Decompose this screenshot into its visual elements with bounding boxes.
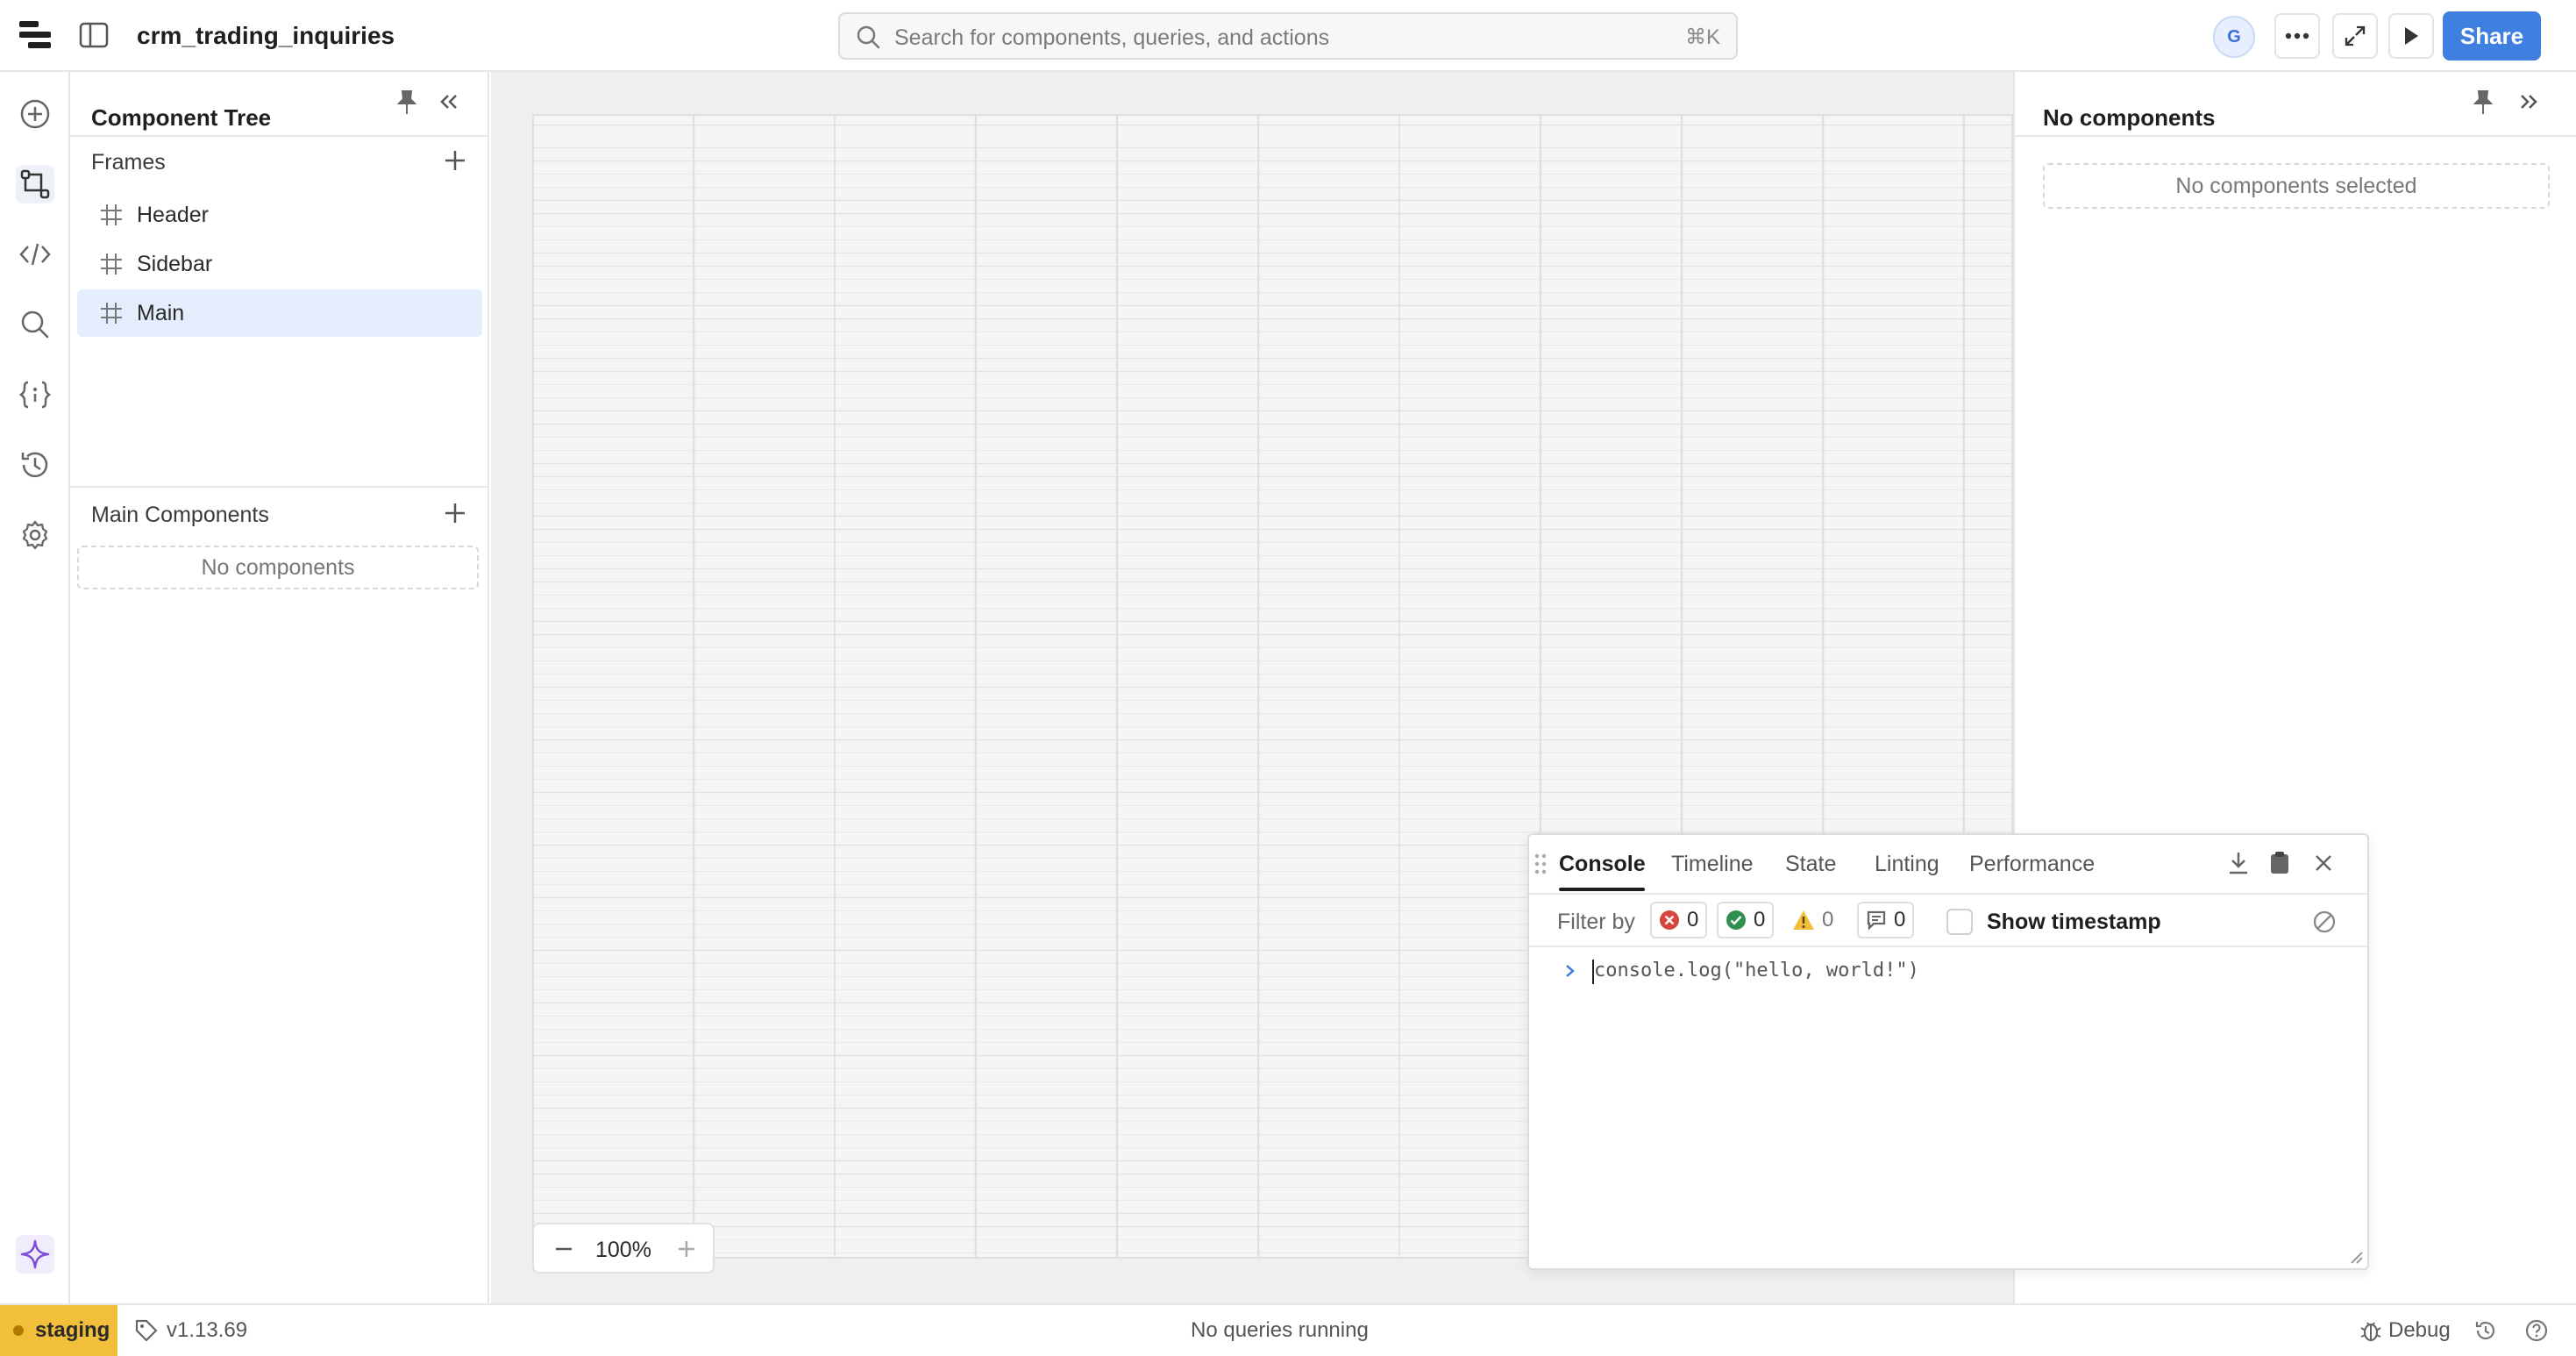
tab-timeline[interactable]: Timeline — [1671, 851, 1754, 877]
error-count: 0 — [1687, 908, 1699, 931]
search-icon[interactable] — [16, 305, 54, 344]
settings-gear-icon[interactable] — [16, 516, 54, 554]
divider — [70, 135, 487, 137]
clipboard-icon[interactable] — [2269, 851, 2290, 875]
frame-item-label: Sidebar — [137, 252, 213, 276]
preview-button[interactable] — [2388, 13, 2434, 59]
frame-hash-icon — [100, 302, 123, 325]
search-shortcut: ⌘K — [1684, 25, 1720, 49]
expand-icon — [2345, 25, 2366, 46]
left-rail — [0, 72, 70, 1303]
tab-performance[interactable]: Performance — [1969, 851, 2095, 877]
add-component-icon[interactable] — [16, 95, 54, 133]
top-bar: crm_trading_inquiries Search for compone… — [0, 0, 2576, 72]
collapse-inspector-icon[interactable] — [2518, 93, 2539, 111]
success-icon — [1726, 910, 1747, 931]
frame-item-label: Main — [137, 301, 185, 325]
inspector-title: No components — [2043, 104, 2216, 131]
tab-state[interactable]: State — [1785, 851, 1836, 877]
zoom-in-icon[interactable] — [676, 1238, 697, 1260]
show-timestamp-checkbox[interactable] — [1946, 909, 1973, 935]
add-main-component-icon[interactable] — [442, 500, 468, 526]
ai-assist-sparkle-icon[interactable] — [16, 1235, 54, 1274]
frame-item-header[interactable]: Header — [77, 191, 482, 239]
collapse-panel-icon[interactable] — [438, 93, 459, 111]
history-icon[interactable] — [16, 446, 54, 484]
share-button[interactable]: Share — [2443, 11, 2541, 61]
frame-item-main[interactable]: Main — [77, 289, 482, 337]
divider — [2015, 135, 2576, 137]
zoom-control: 100% — [532, 1223, 715, 1274]
frame-hash-icon — [100, 253, 123, 275]
status-bar: staging v1.13.69 No queries running Debu… — [0, 1303, 2576, 1356]
filter-errors-chip[interactable]: 0 — [1650, 902, 1708, 938]
clear-console-icon[interactable] — [2313, 910, 2336, 933]
avatar[interactable]: G — [2213, 16, 2255, 58]
toggle-sidebar-icon[interactable] — [79, 21, 109, 49]
history-icon[interactable] — [2474, 1319, 2497, 1342]
filter-success-chip[interactable]: 0 — [1717, 902, 1775, 938]
drag-handle-icon[interactable] — [1534, 853, 1547, 875]
divider — [1529, 893, 2367, 895]
divider — [70, 486, 487, 488]
warning-count: 0 — [1822, 908, 1834, 931]
more-options-button[interactable] — [2274, 13, 2320, 59]
panel-title: Component Tree — [91, 104, 272, 131]
search-placeholder: Search for components, queries, and acti… — [894, 25, 1330, 50]
main-components-section-title: Main Components — [91, 503, 269, 527]
tab-console[interactable]: Console — [1559, 851, 1646, 877]
prompt-chevron-icon — [1564, 963, 1576, 979]
pin-icon[interactable] — [2471, 89, 2495, 116]
frames-section-title: Frames — [91, 150, 166, 175]
play-icon — [2402, 25, 2420, 46]
main-components-empty: No components — [77, 546, 479, 589]
queries-status: No queries running — [1191, 1318, 1369, 1342]
warning-icon — [1792, 910, 1815, 931]
tab-linting[interactable]: Linting — [1875, 851, 1939, 877]
debug-console: Console Timeline State Linting Performan… — [1527, 833, 2369, 1270]
environment-badge[interactable]: staging — [0, 1305, 117, 1356]
fullscreen-button[interactable] — [2332, 13, 2378, 59]
ellipsis-icon — [2285, 32, 2309, 39]
search-icon — [856, 25, 880, 49]
environment-dot-icon — [12, 1324, 25, 1337]
message-icon — [1866, 910, 1887, 931]
component-tree-panel: Component Tree Frames Header Sidebar Mai… — [70, 72, 489, 1303]
message-count: 0 — [1894, 908, 1906, 931]
component-tree-icon[interactable] — [16, 165, 54, 203]
search-input[interactable]: Search for components, queries, and acti… — [838, 12, 1738, 60]
retool-logo-icon[interactable] — [19, 19, 54, 51]
add-frame-icon[interactable] — [442, 147, 468, 174]
filter-label: Filter by — [1557, 910, 1635, 934]
code-icon[interactable] — [16, 235, 54, 274]
tag-icon — [135, 1319, 158, 1342]
zoom-level[interactable]: 100% — [595, 1237, 651, 1263]
environment-label: staging — [35, 1318, 110, 1342]
error-icon — [1659, 910, 1680, 931]
frame-hash-icon — [100, 203, 123, 226]
app-title[interactable]: crm_trading_inquiries — [137, 19, 395, 53]
bug-icon — [2360, 1319, 2381, 1342]
zoom-out-icon[interactable] — [553, 1238, 574, 1260]
show-timestamp-label: Show timestamp — [1987, 910, 2161, 934]
debug-button[interactable]: Debug — [2388, 1317, 2451, 1344]
active-tab-indicator — [1559, 888, 1645, 891]
filter-warnings-chip[interactable]: 0 — [1783, 902, 1842, 938]
frame-item-label: Header — [137, 203, 209, 227]
version-label[interactable]: v1.13.69 — [167, 1317, 247, 1344]
console-input[interactable]: console.log("hello, world!") — [1594, 958, 1919, 984]
pin-icon[interactable] — [395, 89, 419, 116]
resize-handle-icon[interactable] — [2348, 1249, 2364, 1265]
success-count: 0 — [1754, 908, 1766, 931]
close-icon[interactable] — [2313, 853, 2334, 874]
no-selection-box: No components selected — [2043, 163, 2550, 209]
download-icon[interactable] — [2227, 851, 2250, 875]
divider — [1529, 946, 2367, 947]
state-braces-icon[interactable] — [16, 375, 54, 414]
frame-item-sidebar[interactable]: Sidebar — [77, 240, 482, 288]
filter-messages-chip[interactable]: 0 — [1857, 902, 1915, 938]
help-icon[interactable] — [2525, 1319, 2548, 1342]
